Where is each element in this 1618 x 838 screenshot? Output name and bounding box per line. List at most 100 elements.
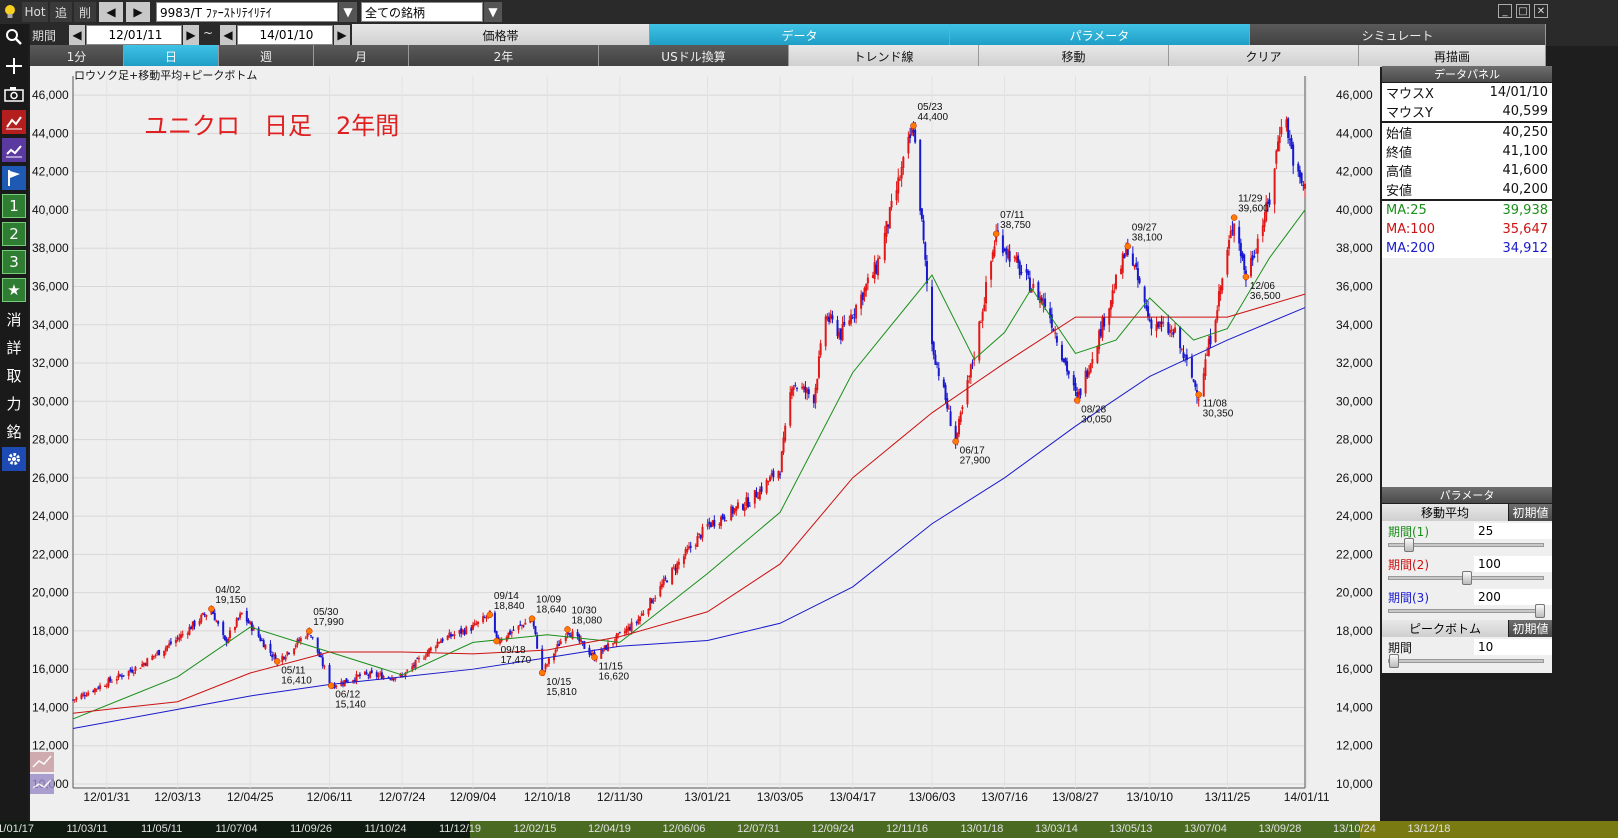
y-tick-label-right: 36,000 [1336, 279, 1373, 293]
erase-button[interactable]: 消 [2, 307, 26, 331]
chart-canvas[interactable]: 46,000 46,000 44,000 44,000 42,000 42,000 40,0… [30, 66, 1380, 821]
gear-icon[interactable] [2, 447, 26, 471]
candle-body [1249, 257, 1252, 277]
preset-1-button[interactable]: 1 [2, 194, 26, 218]
candle-body [1008, 251, 1011, 262]
ma2-value-field[interactable]: 100 [1474, 556, 1552, 572]
brand-button[interactable]: 銘 [2, 419, 26, 443]
candle-body [465, 626, 468, 635]
peak-bottom-slider[interactable] [1388, 654, 1544, 668]
ma3-value-field[interactable]: 200 [1474, 589, 1552, 605]
minimize-icon[interactable]: _ [1498, 4, 1512, 18]
ma-reset-button[interactable]: 初期値 [1509, 504, 1552, 521]
candle-body [932, 342, 935, 355]
candle-body [1067, 371, 1070, 375]
peak-value-label: 17,470 [501, 655, 532, 666]
price-chart[interactable]: 46,000 46,000 44,000 44,000 42,000 42,000 40,0… [30, 66, 1380, 821]
prev-symbol-button[interactable]: ◀ [99, 2, 123, 22]
ma1-slider[interactable] [1388, 538, 1544, 552]
crosshair-icon[interactable] [2, 54, 26, 78]
tab-move[interactable]: 移動 [979, 45, 1169, 67]
ma2-slider[interactable] [1388, 571, 1544, 585]
ma2-slider-thumb[interactable] [1462, 571, 1472, 585]
star-icon[interactable]: ★ [2, 278, 26, 302]
candle-body [1233, 223, 1236, 236]
power-button[interactable]: 力 [2, 391, 26, 415]
tab-trendline[interactable]: トレンド線 [789, 45, 979, 67]
candle-body [288, 652, 291, 654]
list-select[interactable]: 全ての銘柄 [361, 2, 483, 22]
tab-data[interactable]: データ [650, 24, 950, 46]
timeline-bar[interactable]: 11/01/17 11/03/11 11/05/11 11/07/04 11/09/26… [0, 821, 1618, 838]
list-dropdown-button[interactable]: ▼ [484, 2, 502, 22]
tab-redraw[interactable]: 再描画 [1359, 45, 1546, 67]
add-button[interactable]: 追 [50, 2, 72, 22]
candle-body [534, 626, 537, 635]
symbol-field[interactable]: 9983/T ﾌｧｰｽﾄﾘﾃｲﾘﾃｲ [156, 2, 338, 22]
tab-monthly[interactable]: 月 [314, 45, 409, 67]
candle-body [239, 613, 242, 618]
tab-2year[interactable]: 2年 [409, 45, 599, 67]
line-chart-icon[interactable] [2, 110, 26, 134]
date-from-prev-button[interactable]: ◀ [69, 25, 85, 45]
trade-button[interactable]: 取 [2, 363, 26, 387]
ma3-slider-thumb[interactable] [1535, 604, 1545, 618]
y-tick-label: 34,000 [32, 318, 69, 332]
date-to-next-button[interactable]: ▶ [334, 25, 350, 45]
maximize-icon[interactable]: □ [1516, 4, 1530, 18]
indicator-chart-icon[interactable] [2, 138, 26, 162]
y-tick-label-right: 16,000 [1336, 662, 1373, 676]
candle-body [281, 655, 284, 662]
candle-body [1143, 286, 1146, 303]
timeline-right-range[interactable] [1360, 821, 1618, 838]
peak-value-label: 39,600 [1238, 204, 1269, 215]
y-tick-label: 12,000 [32, 739, 69, 753]
candle-body [1194, 381, 1197, 387]
symbol-dropdown-button[interactable]: ▼ [339, 2, 357, 22]
candle-body [411, 666, 414, 670]
tab-usd[interactable]: USドル換算 [599, 45, 789, 67]
tab-daily[interactable]: 日 [124, 45, 219, 67]
detail-button[interactable]: 詳 [2, 335, 26, 359]
peak-value-label: 38,100 [1132, 232, 1163, 243]
delete-button[interactable]: 削 [74, 2, 96, 22]
preset-2-button[interactable]: 2 [2, 222, 26, 246]
small-chart-thumbnail-icon[interactable] [30, 752, 54, 772]
tab-weekly[interactable]: 週 [219, 45, 314, 67]
y-tick-label-right: 32,000 [1336, 356, 1373, 370]
small-indicator-thumbnail-icon[interactable] [30, 774, 54, 794]
candle-body [482, 616, 485, 623]
flag-icon[interactable] [2, 166, 26, 190]
candle-body [311, 636, 314, 638]
candle-body [146, 658, 149, 667]
tab-parameter[interactable]: パラメータ [950, 24, 1250, 46]
tab-price-band[interactable]: 価格帯 [352, 24, 650, 46]
close-icon[interactable]: ✕ [1534, 4, 1548, 18]
date-to-field[interactable]: 14/01/10 [237, 25, 333, 45]
y-tick-label: 20,000 [32, 586, 69, 600]
date-from-field[interactable]: 12/01/11 [86, 25, 182, 45]
x-tick-label: 13/03/05 [757, 790, 804, 804]
candle-body [320, 655, 323, 657]
date-from-next-button[interactable]: ▶ [183, 25, 199, 45]
candle-body [355, 673, 358, 682]
candle-body [424, 656, 427, 658]
ma3-slider[interactable] [1388, 604, 1545, 618]
candle-body [1304, 183, 1306, 189]
candle-body [1202, 373, 1205, 397]
tab-1min[interactable]: 1分 [30, 45, 124, 67]
date-to-prev-button[interactable]: ◀ [220, 25, 236, 45]
preset-3-button[interactable]: 3 [2, 250, 26, 274]
ma1-value-field[interactable]: 25 [1474, 523, 1552, 539]
peak-bottom-period-field[interactable]: 10 [1474, 639, 1552, 655]
ma1-slider-thumb[interactable] [1403, 538, 1414, 552]
next-symbol-button[interactable]: ▶ [126, 2, 150, 22]
hot-button[interactable]: Hot [22, 2, 48, 22]
search-icon[interactable] [2, 25, 26, 49]
camera-icon[interactable] [2, 82, 26, 106]
peak-bottom-reset-button[interactable]: 初期値 [1509, 620, 1552, 637]
peak-bottom-slider-thumb[interactable] [1389, 654, 1399, 668]
tab-clear[interactable]: クリア [1169, 45, 1359, 67]
tab-simulate[interactable]: シミュレート [1250, 24, 1546, 46]
lightbulb-icon[interactable] [2, 2, 18, 22]
